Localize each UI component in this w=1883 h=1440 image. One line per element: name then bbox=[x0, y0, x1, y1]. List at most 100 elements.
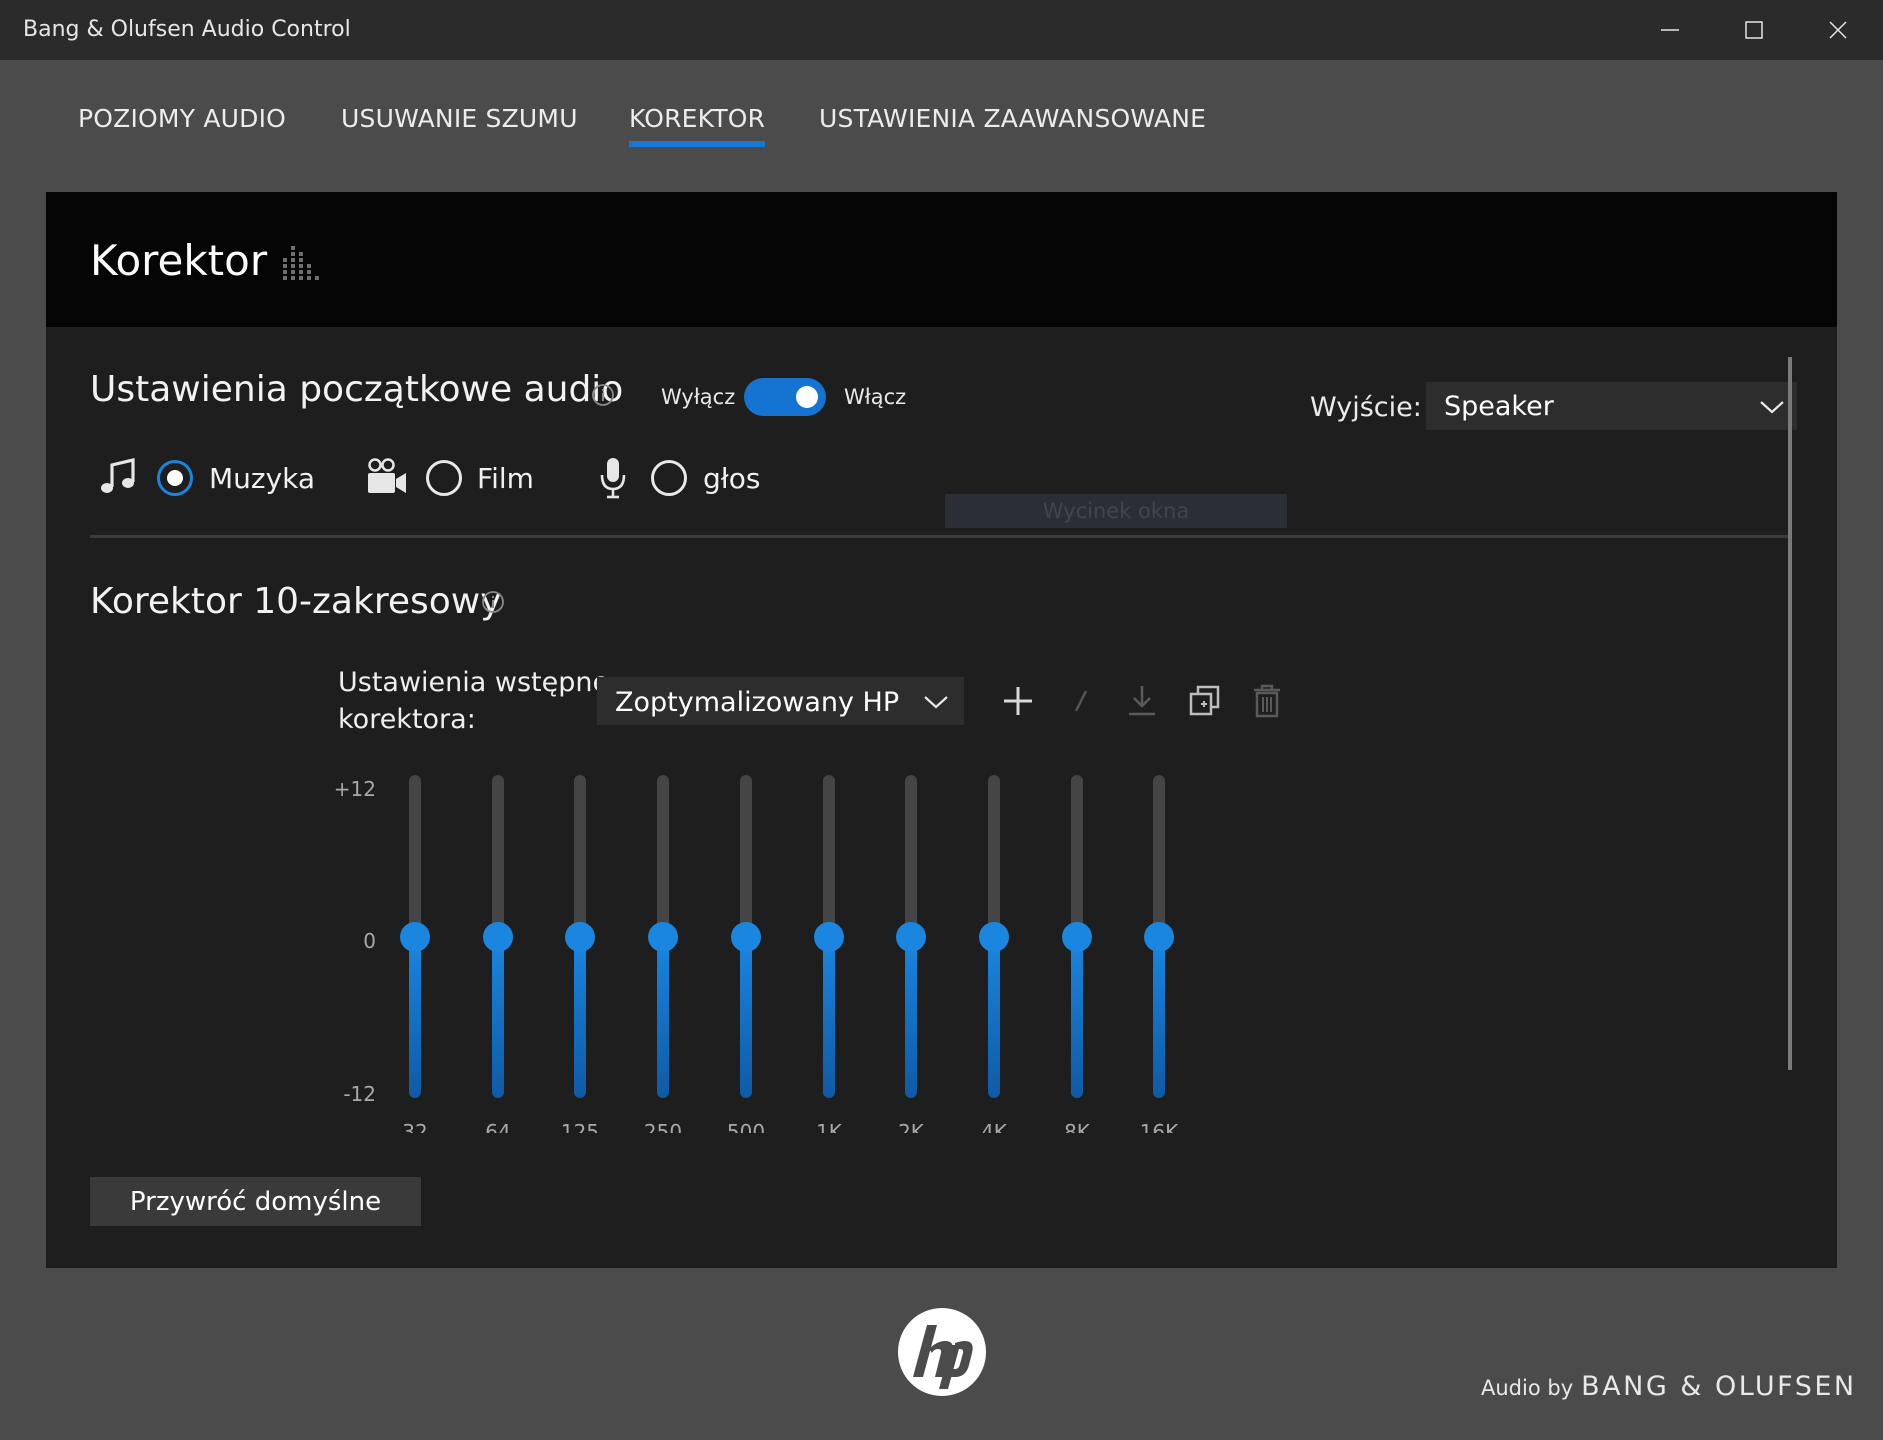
eq-track-fill bbox=[657, 936, 669, 1098]
eq-freq-label: 2K bbox=[898, 1120, 924, 1133]
eq-track-fill bbox=[823, 936, 835, 1098]
vertical-scrollbar[interactable] bbox=[1788, 357, 1792, 1070]
eq-freq-label: 16K bbox=[1139, 1120, 1179, 1133]
eq-track-upper bbox=[492, 775, 504, 937]
output-label: Wyjście: bbox=[1310, 392, 1422, 423]
eq-thumb[interactable] bbox=[483, 921, 513, 952]
eq-freq-label: 500 bbox=[726, 1120, 766, 1133]
title-bar: Bang & Olufsen Audio Control bbox=[0, 0, 1883, 60]
eq-thumb[interactable] bbox=[1062, 921, 1092, 952]
eq-thumb[interactable] bbox=[1144, 921, 1174, 952]
info-icon[interactable] bbox=[591, 383, 615, 407]
info-icon[interactable] bbox=[481, 590, 505, 614]
tab-poziomy-audio[interactable]: POZIOMY AUDIO bbox=[78, 104, 286, 133]
equalizer-bars-icon bbox=[283, 246, 319, 280]
eq-thumb[interactable] bbox=[400, 921, 430, 952]
maximize-icon bbox=[1745, 21, 1763, 39]
brand-name: BANG & OLUFSEN bbox=[1581, 1371, 1857, 1402]
close-button[interactable] bbox=[1796, 0, 1880, 60]
close-icon bbox=[1829, 21, 1847, 39]
eq-axis-min: -12 bbox=[343, 1082, 376, 1106]
eq-track-fill bbox=[409, 936, 421, 1098]
eq-track-fill bbox=[988, 936, 1000, 1098]
mode-label-muzyka: Muzyka bbox=[209, 462, 316, 495]
eq-track-fill bbox=[905, 936, 917, 1098]
eq-preset-label-line1: Ustawienia wstępne bbox=[338, 667, 610, 698]
page-title: Korektor bbox=[90, 236, 268, 285]
tab-ustawienia-zaawansowane[interactable]: USTAWIENIA ZAAWANSOWANE bbox=[819, 104, 1206, 133]
eq-thumb[interactable] bbox=[814, 921, 844, 952]
video-camera-icon bbox=[368, 458, 406, 493]
tab-usuwanie-szumu[interactable]: USUWANIE SZUMU bbox=[341, 104, 578, 133]
eq-freq-label: 1K bbox=[816, 1120, 842, 1133]
radio-glos[interactable] bbox=[651, 460, 687, 496]
radio-film[interactable] bbox=[426, 460, 462, 496]
toggle-knob bbox=[796, 386, 818, 408]
eq-freq-label: 250 bbox=[643, 1120, 683, 1133]
eq-track-fill bbox=[740, 936, 752, 1098]
page-header: Korektor bbox=[46, 192, 1837, 327]
eq-thumb[interactable] bbox=[896, 921, 926, 952]
edit-icon[interactable] bbox=[1063, 683, 1099, 719]
eq-thumb[interactable] bbox=[731, 921, 761, 952]
eq-preset-value: Zoptymalizowany HP bbox=[615, 687, 900, 718]
snip-window-hint: Wycinek okna bbox=[945, 494, 1287, 528]
audio-presets-title: Ustawienia początkowe audio bbox=[90, 369, 624, 410]
eq-track-upper bbox=[740, 775, 752, 937]
minimize-button[interactable] bbox=[1628, 0, 1712, 60]
eq-preset-label-line2: korektora: bbox=[338, 704, 476, 735]
eq-track-upper bbox=[409, 775, 421, 937]
window-title: Bang & Olufsen Audio Control bbox=[23, 17, 351, 42]
eq-axis-mid: 0 bbox=[363, 929, 376, 953]
eq-freq-label: 125 bbox=[560, 1120, 600, 1133]
mode-label-film: Film bbox=[477, 462, 534, 495]
eq-track-upper bbox=[574, 775, 586, 937]
section-divider bbox=[90, 535, 1792, 538]
minimize-icon bbox=[1661, 29, 1679, 31]
presets-toggle[interactable] bbox=[744, 378, 826, 416]
output-value: Speaker bbox=[1444, 391, 1554, 422]
eq-preset-label: Ustawienia wstępne korektora: bbox=[338, 664, 609, 738]
eq-thumb[interactable] bbox=[979, 921, 1009, 952]
toggle-off-label: Wyłącz bbox=[661, 385, 736, 409]
maximize-button[interactable] bbox=[1712, 0, 1796, 60]
eq-axis-max: +12 bbox=[333, 777, 376, 801]
eq-track-fill bbox=[492, 936, 504, 1098]
eq-track-upper bbox=[905, 775, 917, 937]
eq-preset-dropdown[interactable]: Zoptymalizowany HP bbox=[597, 677, 964, 725]
tab-korektor[interactable]: KOREKTOR bbox=[629, 104, 766, 147]
chevron-down-icon bbox=[924, 696, 948, 709]
eq-track-upper bbox=[823, 775, 835, 937]
hp-logo bbox=[898, 1308, 986, 1396]
tab-bar: POZIOMY AUDIO USUWANIE SZUMU KOREKTOR US… bbox=[0, 60, 1883, 180]
add-icon[interactable] bbox=[1000, 683, 1036, 719]
eq-track-fill bbox=[1071, 936, 1083, 1098]
mode-label-glos: głos bbox=[703, 462, 761, 495]
download-icon[interactable] bbox=[1124, 683, 1160, 719]
equalizer-panel: Ustawienia początkowe audio Wyłącz Włącz… bbox=[46, 327, 1837, 1268]
eq-track-upper bbox=[988, 775, 1000, 937]
brand-credit: Audio by BANG & OLUFSEN bbox=[1481, 1371, 1857, 1402]
eq-thumb[interactable] bbox=[565, 921, 595, 952]
toggle-on-label: Włącz bbox=[844, 385, 907, 409]
eq-track-upper bbox=[657, 775, 669, 937]
eq-freq-label: 4K bbox=[981, 1120, 1007, 1133]
eq-freq-label: 32 bbox=[402, 1120, 428, 1133]
copy-icon[interactable] bbox=[1187, 683, 1223, 719]
eq-freq-label: 64 bbox=[485, 1120, 511, 1133]
eq-track-upper bbox=[1153, 775, 1165, 937]
eq-section-title: Korektor 10-zakresowy bbox=[90, 581, 502, 622]
eq-track-upper bbox=[1071, 775, 1083, 937]
eq-track-fill bbox=[1153, 936, 1165, 1098]
music-note-icon bbox=[101, 457, 135, 493]
chevron-down-icon bbox=[1760, 401, 1784, 414]
microphone-icon bbox=[600, 458, 626, 499]
output-dropdown[interactable]: Speaker bbox=[1426, 382, 1797, 430]
eq-freq-label: 8K bbox=[1064, 1120, 1090, 1133]
delete-icon[interactable] bbox=[1249, 683, 1285, 719]
eq-track-fill bbox=[574, 936, 586, 1098]
brand-prefix: Audio by bbox=[1481, 1376, 1574, 1400]
radio-muzyka[interactable] bbox=[157, 460, 193, 496]
reset-defaults-button[interactable]: Przywróć domyślne bbox=[90, 1177, 421, 1226]
eq-thumb[interactable] bbox=[648, 921, 678, 952]
